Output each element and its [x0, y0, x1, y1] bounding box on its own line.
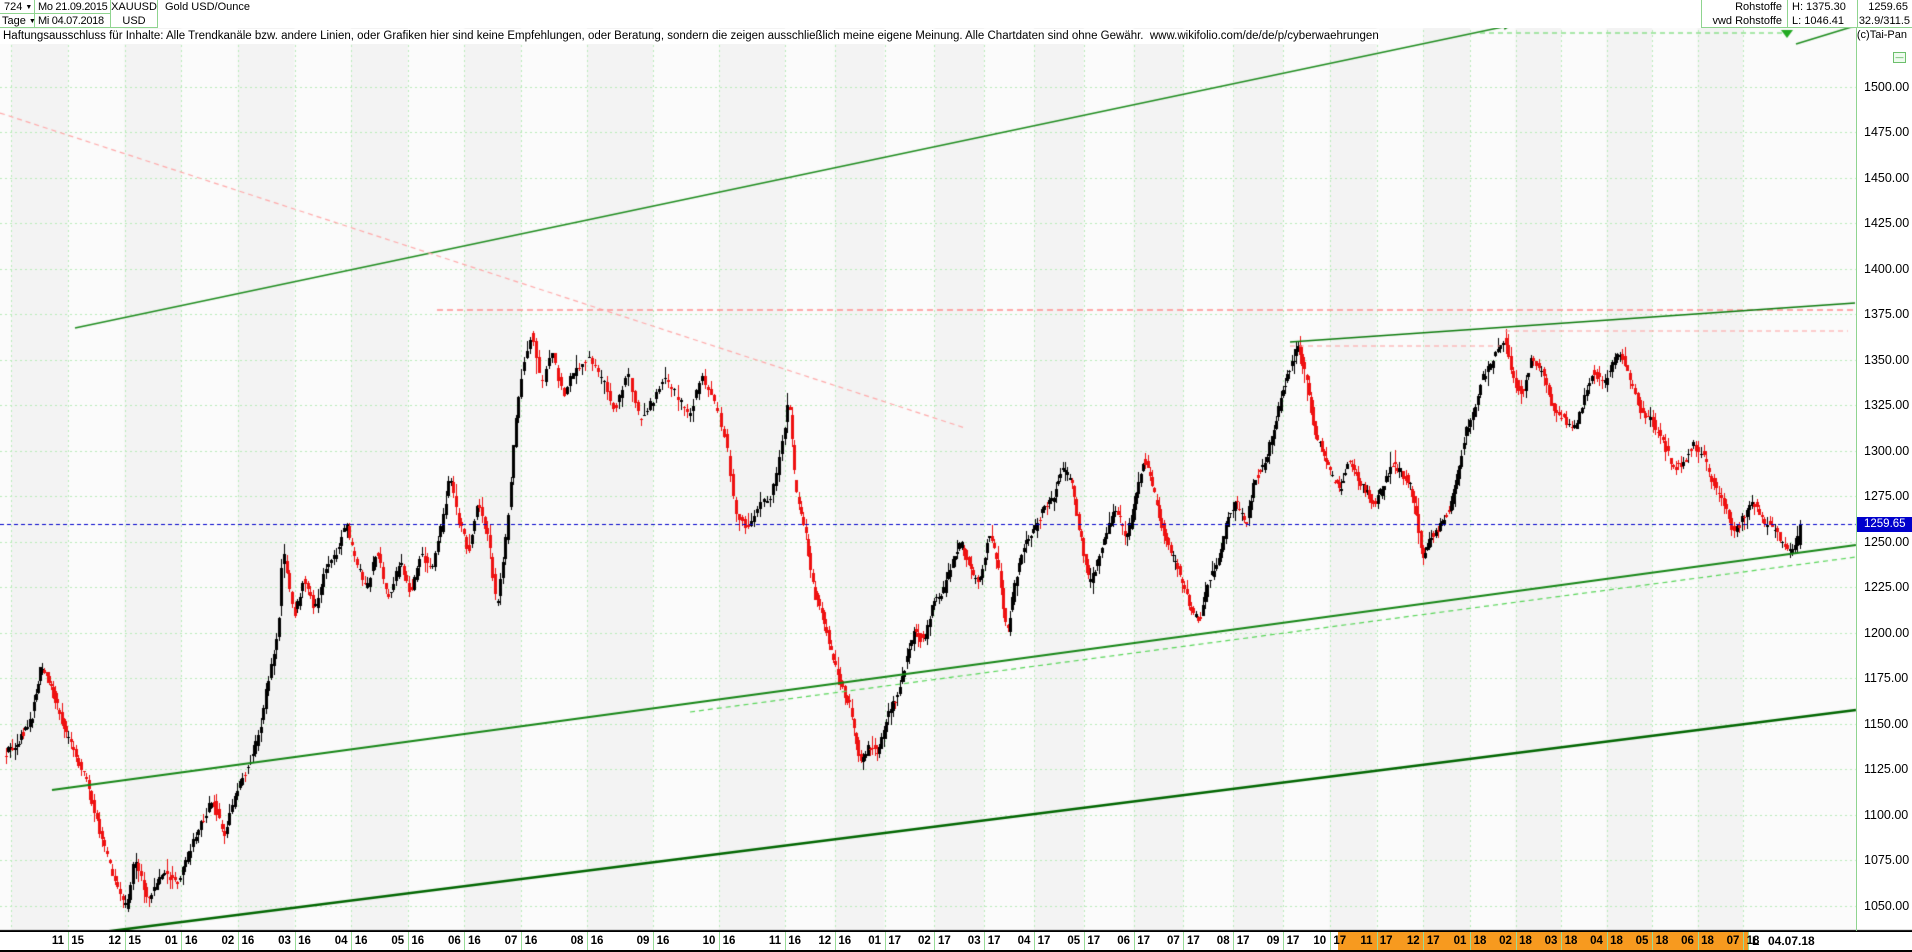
- collapse-chart-button[interactable]: —: [1893, 52, 1906, 63]
- price-chart-canvas[interactable]: [0, 0, 1912, 952]
- instrument-title: Gold USD/Ounce: [163, 0, 250, 14]
- x-axis-label: 01 18: [1450, 932, 1490, 951]
- y-axis-label: 1125.00: [1864, 761, 1908, 777]
- copyright-label: (c)Tai-Pan: [1857, 29, 1907, 41]
- x-axis-label: 11 16: [765, 932, 805, 951]
- x-axis-label: 04 16: [331, 932, 371, 951]
- last-price-tag: 1259.65: [1857, 517, 1912, 532]
- y-axis-label: 1050.00: [1864, 898, 1909, 914]
- y-axis-label: 1400.00: [1864, 261, 1909, 277]
- x-axis-corner: [1856, 932, 1912, 951]
- date-to-cell[interactable]: Mi 04.07.2018: [35, 14, 111, 28]
- y-axis: 1050.00 1075.00 1100.00 1125.00 1150.00 1175.…: [1856, 25, 1912, 931]
- y-axis-label: 1425.00: [1864, 215, 1909, 231]
- x-axis-label: 08 16: [567, 932, 607, 951]
- y-axis-label: 1275.00: [1864, 488, 1909, 504]
- change-label: 32.9/311.5: [1857, 14, 1912, 28]
- x-axis-label: 09 17: [1263, 932, 1303, 951]
- x-axis-label: 03 17: [964, 932, 1004, 951]
- disclaimer-text: Haftungsausschluss für Inhalte: Alle Tre…: [0, 29, 1379, 44]
- x-axis-label: 06 16: [444, 932, 484, 951]
- symbol-cell[interactable]: XAUUSD: [111, 0, 158, 14]
- category-label: Rohstoffe: [1701, 0, 1785, 14]
- x-axis-label: 10 17: [1310, 932, 1350, 951]
- last-date-label: 04.07.18: [1768, 932, 1815, 951]
- x-axis-label: 03 18: [1541, 932, 1581, 951]
- x-axis: 11 15 12 15 01 16 02 16 03 16 04 16 05 16 06 16…: [0, 932, 1856, 951]
- y-axis-label: 1500.00: [1864, 79, 1909, 95]
- x-axis-label: 05 18: [1632, 932, 1672, 951]
- x-axis-label: 12 15: [105, 932, 145, 951]
- x-axis-label: 11 15: [48, 932, 88, 951]
- y-axis-label: 1450.00: [1864, 170, 1909, 186]
- chart-header: 724 ▼ Tage ▼ Mo 21.09.2015 Mi 04.07.2018…: [0, 0, 1912, 28]
- periods-dropdown[interactable]: 724 ▼: [0, 0, 35, 14]
- x-axis-label: 05 17: [1064, 932, 1104, 951]
- x-axis-label: 01 17: [865, 932, 905, 951]
- y-axis-label: 1475.00: [1864, 124, 1909, 140]
- y-axis-label: 1375.00: [1864, 306, 1909, 322]
- chevron-down-icon: ▼: [25, 4, 32, 11]
- y-axis-label: 1250.00: [1864, 534, 1909, 550]
- x-axis-label: 09 16: [633, 932, 673, 951]
- y-axis-label: 1225.00: [1864, 579, 1909, 595]
- data-source-label: vwd Rohstoffe: [1701, 14, 1785, 28]
- y-axis-label: 1100.00: [1864, 807, 1908, 823]
- last-price-label: 1259.65: [1857, 0, 1912, 14]
- x-axis-label: 11 17: [1357, 932, 1397, 951]
- y-axis-label: 1075.00: [1864, 852, 1909, 868]
- x-axis-label: 02 16: [218, 932, 258, 951]
- x-axis-label: 12 16: [815, 932, 855, 951]
- period-unit-dropdown[interactable]: Tage ▼: [0, 14, 35, 28]
- currency-cell: USD: [111, 14, 158, 28]
- x-axis-label: 06 17: [1114, 932, 1154, 951]
- x-axis-label: 06 18: [1678, 932, 1718, 951]
- y-axis-label: 1200.00: [1864, 625, 1909, 641]
- x-axis-label: 07 17: [1163, 932, 1203, 951]
- x-axis-label: 02 17: [914, 932, 954, 951]
- x-axis-label: 07 16: [501, 932, 541, 951]
- x-axis-label: 02 18: [1496, 932, 1536, 951]
- x-axis-label: 03 16: [275, 932, 315, 951]
- y-axis-label: 1175.00: [1864, 670, 1908, 686]
- y-axis-label: 1350.00: [1864, 352, 1909, 368]
- last-marker-label: L: [1752, 932, 1759, 951]
- period-high-label: H: 1375.30: [1787, 0, 1856, 14]
- date-from-cell[interactable]: Mo 21.09.2015: [35, 0, 111, 14]
- x-axis-label: 10 16: [699, 932, 739, 951]
- x-axis-label: 01 16: [161, 932, 201, 951]
- x-axis-label: 04 17: [1014, 932, 1054, 951]
- x-axis-label: 12 17: [1403, 932, 1443, 951]
- periods-value: 724: [4, 1, 22, 13]
- x-axis-label: 04 18: [1587, 932, 1627, 951]
- period-unit-value: Tage: [2, 15, 26, 27]
- period-low-label: L: 1046.41: [1787, 14, 1856, 28]
- x-axis-label: 05 16: [388, 932, 428, 951]
- x-axis-label: 08 17: [1213, 932, 1253, 951]
- y-axis-label: 1150.00: [1864, 716, 1908, 732]
- y-axis-label: 1325.00: [1864, 397, 1909, 413]
- y-axis-label: 1300.00: [1864, 443, 1909, 459]
- taipan-chart-window: 724 ▼ Tage ▼ Mo 21.09.2015 Mi 04.07.2018…: [0, 0, 1912, 952]
